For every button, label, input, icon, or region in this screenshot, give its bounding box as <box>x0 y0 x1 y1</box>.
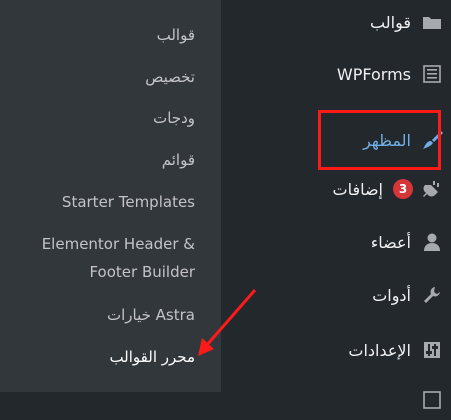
annotation-arrow <box>198 289 257 356</box>
menu-icon <box>421 389 443 411</box>
